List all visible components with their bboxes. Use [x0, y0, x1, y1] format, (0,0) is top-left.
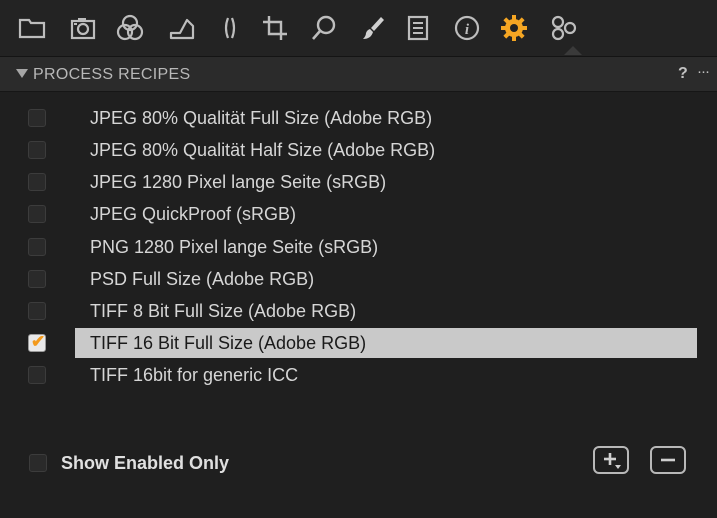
camera-capture-icon[interactable] — [65, 10, 101, 46]
metadata-list-icon[interactable] — [400, 10, 436, 46]
tool-tab-bar: i — [0, 0, 717, 57]
recipe-row[interactable]: TIFF 8 Bit Full Size (Adobe RGB) — [0, 297, 717, 326]
brush-icon[interactable] — [355, 10, 391, 46]
panel-title: PROCESS RECIPES — [33, 66, 191, 83]
library-folder-icon[interactable] — [14, 10, 50, 46]
recipe-label: TIFF 16 Bit Full Size (Adobe RGB) — [90, 333, 367, 353]
active-tab-indicator — [564, 46, 582, 55]
recipe-label: PNG 1280 Pixel lange Seite (sRGB) — [90, 237, 379, 257]
add-recipe-button[interactable] — [593, 446, 629, 474]
color-circles-icon[interactable] — [112, 10, 148, 46]
recipe-row[interactable]: JPEG 1280 Pixel lange Seite (sRGB) — [0, 168, 717, 197]
recipe-label: PSD Full Size (Adobe RGB) — [90, 269, 315, 289]
recipe-checkbox[interactable] — [28, 141, 46, 159]
recipe-checkbox[interactable] — [28, 238, 46, 256]
recipe-row-selected[interactable]: ✔ TIFF 16 Bit Full Size (Adobe RGB) — [0, 328, 717, 358]
recipe-checkbox[interactable] — [28, 270, 46, 288]
details-loupe-icon[interactable] — [306, 10, 342, 46]
adjustments-gears-icon[interactable] — [546, 10, 582, 46]
show-enabled-only-label[interactable]: Show Enabled Only — [61, 453, 229, 474]
recipe-row[interactable]: PNG 1280 Pixel lange Seite (sRGB) — [0, 233, 717, 262]
recipe-label: JPEG 80% Qualität Full Size (Adobe RGB) — [90, 108, 433, 128]
recipe-checkbox[interactable] — [28, 302, 46, 320]
recipe-checkbox[interactable] — [28, 173, 46, 191]
recipe-checkbox-checked[interactable]: ✔ — [28, 332, 46, 352]
info-icon[interactable]: i — [449, 10, 485, 46]
minus-icon — [661, 458, 675, 462]
exposure-icon[interactable] — [164, 10, 200, 46]
recipe-row[interactable]: JPEG QuickProof (sRGB) — [0, 200, 717, 229]
lens-icon[interactable] — [212, 10, 248, 46]
show-enabled-only-checkbox[interactable] — [29, 454, 47, 472]
recipe-label: TIFF 8 Bit Full Size (Adobe RGB) — [90, 301, 357, 321]
panel-header[interactable]: PROCESS RECIPES ? ··· — [0, 57, 717, 92]
recipe-checkbox[interactable] — [28, 109, 46, 127]
recipe-label: TIFF 16bit for generic ICC — [90, 365, 299, 385]
more-options-button[interactable]: ··· — [697, 63, 710, 80]
output-gear-icon[interactable] — [496, 10, 532, 46]
recipe-row[interactable]: PSD Full Size (Adobe RGB) — [0, 265, 717, 294]
plus-icon — [604, 453, 621, 469]
recipe-checkbox[interactable] — [28, 205, 46, 223]
recipe-label: JPEG 80% Qualität Half Size (Adobe RGB) — [90, 140, 436, 160]
recipe-label: JPEG 1280 Pixel lange Seite (sRGB) — [90, 172, 387, 192]
remove-recipe-button[interactable] — [650, 446, 686, 474]
recipe-row[interactable]: JPEG 80% Qualität Full Size (Adobe RGB) — [0, 104, 717, 133]
svg-text:i: i — [465, 22, 470, 38]
recipe-checkbox[interactable] — [28, 366, 46, 384]
process-recipes-panel: i PROCESS RECIPES ? ··· JPEG 80% Qualitä… — [0, 0, 717, 518]
recipe-row[interactable]: TIFF 16bit for generic ICC — [0, 361, 717, 390]
help-button[interactable]: ? — [678, 65, 688, 83]
crop-icon[interactable] — [257, 10, 293, 46]
recipe-row[interactable]: JPEG 80% Qualität Half Size (Adobe RGB) — [0, 136, 717, 165]
checkmark-icon: ✔ — [31, 332, 46, 351]
collapse-triangle-icon[interactable] — [16, 69, 28, 78]
recipe-label: JPEG QuickProof (sRGB) — [90, 204, 297, 224]
